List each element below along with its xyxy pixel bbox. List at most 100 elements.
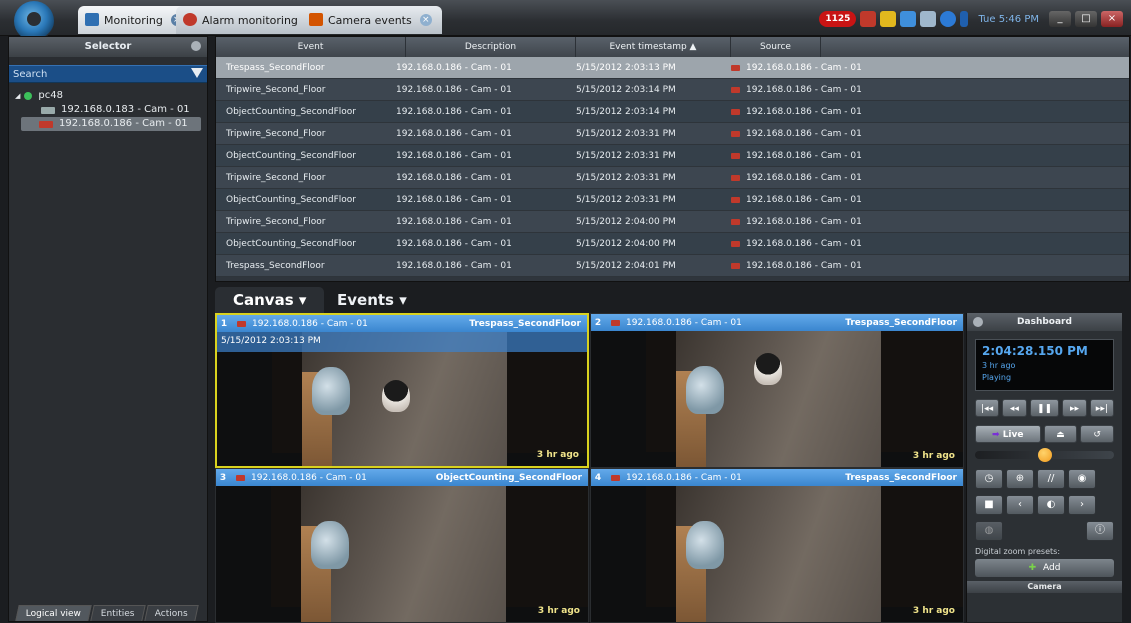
video-tile[interactable]: 2 192.168.0.186 - Cam - 01 Trespass_Seco… xyxy=(590,313,964,468)
volume-icon[interactable] xyxy=(920,11,937,27)
table-row[interactable]: Tripwire_Second_Floor 192.168.0.186 - Cam… xyxy=(216,167,1129,189)
table-row[interactable]: ObjectCounting_SecondFloor 192.168.0.186 … xyxy=(216,101,1129,123)
tab-logical-view[interactable]: Logical view xyxy=(15,605,92,621)
tree-label: 192.168.0.186 - Cam - 01 xyxy=(59,118,188,129)
camera-icon xyxy=(237,320,246,327)
live-button[interactable]: ➡ Live xyxy=(975,425,1041,443)
timestamp-cell-text: 5/15/2012 2:03:31 PM xyxy=(576,150,676,161)
description-cell: 192.168.0.186 - Cam - 01 xyxy=(386,129,566,139)
camera-icon xyxy=(611,474,620,481)
skip-end-button[interactable]: ▸▸| xyxy=(1089,399,1114,417)
playback-speed-slider[interactable] xyxy=(975,448,1114,462)
close-icon[interactable]: × xyxy=(419,14,432,26)
tile-camera-label: 192.168.0.186 - Cam - 01 xyxy=(626,472,742,483)
table-row[interactable]: ObjectCounting_SecondFloor 192.168.0.186 … xyxy=(216,233,1129,255)
zoom-icon[interactable]: ⊕ xyxy=(1006,469,1034,489)
minimize-button[interactable]: _ xyxy=(1049,11,1071,27)
close-window-button[interactable]: × xyxy=(1101,11,1123,27)
column-header-source[interactable]: Source xyxy=(731,37,821,57)
event-cell-text: ObjectCounting_SecondFloor xyxy=(226,150,356,161)
bookmark-icon[interactable]: // xyxy=(1037,469,1065,489)
pin-icon[interactable] xyxy=(973,317,983,327)
maximize-button[interactable]: □ xyxy=(1075,11,1097,27)
alarm-count-badge[interactable]: 1125 xyxy=(819,11,857,27)
network-icon[interactable] xyxy=(940,11,957,27)
server-icon xyxy=(24,92,33,100)
description-cell: 192.168.0.186 - Cam - 01 xyxy=(386,107,566,117)
clock: Tue 5:46 PM xyxy=(978,13,1039,25)
stop-icon[interactable]: ■ xyxy=(975,495,1003,515)
tree-item-camera[interactable]: 192.168.0.183 - Cam - 01 xyxy=(9,103,207,117)
filter-icon[interactable] xyxy=(191,68,203,78)
tree-item-camera-selected[interactable]: 192.168.0.186 - Cam - 01 xyxy=(21,117,201,131)
tab-canvas[interactable]: Canvas ▾ xyxy=(215,287,325,313)
timestamp-cell: 5/15/2012 2:03:13 PM xyxy=(566,63,721,73)
description-cell: 192.168.0.186 - Cam - 01 xyxy=(386,173,566,183)
tile-number: 1 xyxy=(220,318,228,329)
tab-events[interactable]: Events ▾ xyxy=(319,287,425,313)
source-cell-text: 192.168.0.186 - Cam - 01 xyxy=(746,84,862,95)
notification-icon[interactable] xyxy=(880,11,897,27)
timer-icon[interactable]: ◷ xyxy=(975,469,1003,489)
video-frame-shadow xyxy=(646,314,676,452)
column-header-event[interactable]: Event xyxy=(216,37,406,57)
person-shape xyxy=(754,353,782,385)
camera-icon xyxy=(39,120,53,128)
tab-entities[interactable]: Entities xyxy=(90,605,146,621)
chevron-left-icon[interactable]: ‹ xyxy=(1006,495,1034,515)
video-tile[interactable]: 3 192.168.0.186 - Cam - 01 ObjectCountin… xyxy=(215,468,589,623)
video-tile[interactable]: 4 192.168.0.186 - Cam - 01 Trespass_Seco… xyxy=(590,468,964,623)
playback-time: 2:04:28.150 PM xyxy=(982,344,1088,358)
tab-actions[interactable]: Actions xyxy=(144,605,199,621)
tile-event-label: ObjectCounting_SecondFloor xyxy=(435,472,582,483)
snapshot-icon[interactable]: ◍ xyxy=(975,521,1003,541)
zoom-presets-label: Digital zoom presets: xyxy=(975,547,1061,556)
table-row[interactable]: Tripwire_Second_Floor 192.168.0.186 - Cam… xyxy=(216,79,1129,101)
info-icon[interactable]: ⓘ xyxy=(1086,521,1114,541)
eject-button[interactable]: ⏏ xyxy=(1043,425,1078,443)
table-row[interactable]: Tripwire_Second_Floor 192.168.0.186 - Cam… xyxy=(216,123,1129,145)
event-cell: Tripwire_Second_Floor xyxy=(216,173,386,183)
tab-camera-events[interactable]: Camera events × xyxy=(302,6,442,34)
selector-header: Selector xyxy=(9,37,207,57)
fast-forward-button[interactable]: ▸▸ xyxy=(1062,399,1087,417)
tab-label: Logical view xyxy=(25,609,81,619)
table-row[interactable]: ObjectCounting_SecondFloor 192.168.0.186 … xyxy=(216,189,1129,211)
slider-knob[interactable] xyxy=(1037,448,1052,462)
skip-start-button[interactable]: |◂◂ xyxy=(975,399,1000,417)
search-input[interactable]: Search xyxy=(9,65,207,83)
tool-row-1: ◷ ⊕ // ◉ xyxy=(975,469,1114,489)
tile-camera-label: 192.168.0.186 - Cam - 01 xyxy=(626,317,742,328)
video-tile[interactable]: 1 192.168.0.186 - Cam - 01 Trespass_Seco… xyxy=(215,313,589,468)
ptz-icon[interactable]: ◐ xyxy=(1037,495,1065,515)
add-preset-button[interactable]: ✚ Add xyxy=(975,559,1114,577)
table-row[interactable]: Tripwire_Second_Floor 192.168.0.186 - Cam… xyxy=(216,211,1129,233)
event-cell: Trespass_SecondFloor xyxy=(216,63,386,73)
table-row[interactable]: Trespass_SecondFloor 192.168.0.186 - Cam … xyxy=(216,57,1129,79)
column-header-timestamp[interactable]: Event timestamp ▲ xyxy=(576,37,731,57)
event-cell: ObjectCounting_SecondFloor xyxy=(216,239,386,249)
pin-icon[interactable] xyxy=(191,41,201,51)
app-logo-icon[interactable] xyxy=(14,1,54,41)
source-cell: 192.168.0.186 - Cam - 01 xyxy=(721,151,901,161)
tree-node-pc48[interactable]: ◢ pc48 xyxy=(9,89,207,103)
expand-icon[interactable]: ◢ xyxy=(15,89,20,103)
video-frame xyxy=(676,486,881,622)
table-row[interactable]: Trespass_SecondFloor 192.168.0.186 - Cam … xyxy=(216,255,1129,277)
record-icon[interactable]: ◉ xyxy=(1068,469,1096,489)
table-row[interactable]: ObjectCounting_SecondFloor 192.168.0.186 … xyxy=(216,145,1129,167)
column-header-description[interactable]: Description xyxy=(406,37,576,57)
tile-timestamp: 5/15/2012 2:03:13 PM xyxy=(217,332,587,352)
tile-event-label: Trespass_SecondFloor xyxy=(845,472,957,483)
loop-button[interactable]: ↺ xyxy=(1080,425,1114,443)
event-cell-text: Tripwire_Second_Floor xyxy=(226,84,326,95)
timestamp-cell: 5/15/2012 2:03:31 PM xyxy=(566,151,721,161)
chevron-right-icon[interactable]: › xyxy=(1068,495,1096,515)
warning-icon[interactable] xyxy=(860,11,877,27)
source-cell-text: 192.168.0.186 - Cam - 01 xyxy=(746,260,862,271)
rewind-button[interactable]: ◂◂ xyxy=(1002,399,1027,417)
monitor-status-icon[interactable] xyxy=(900,11,917,27)
timestamp-cell-text: 5/15/2012 2:03:14 PM xyxy=(576,84,676,95)
pause-button[interactable]: ❚❚ xyxy=(1029,399,1060,417)
alarm-icon xyxy=(183,13,197,26)
